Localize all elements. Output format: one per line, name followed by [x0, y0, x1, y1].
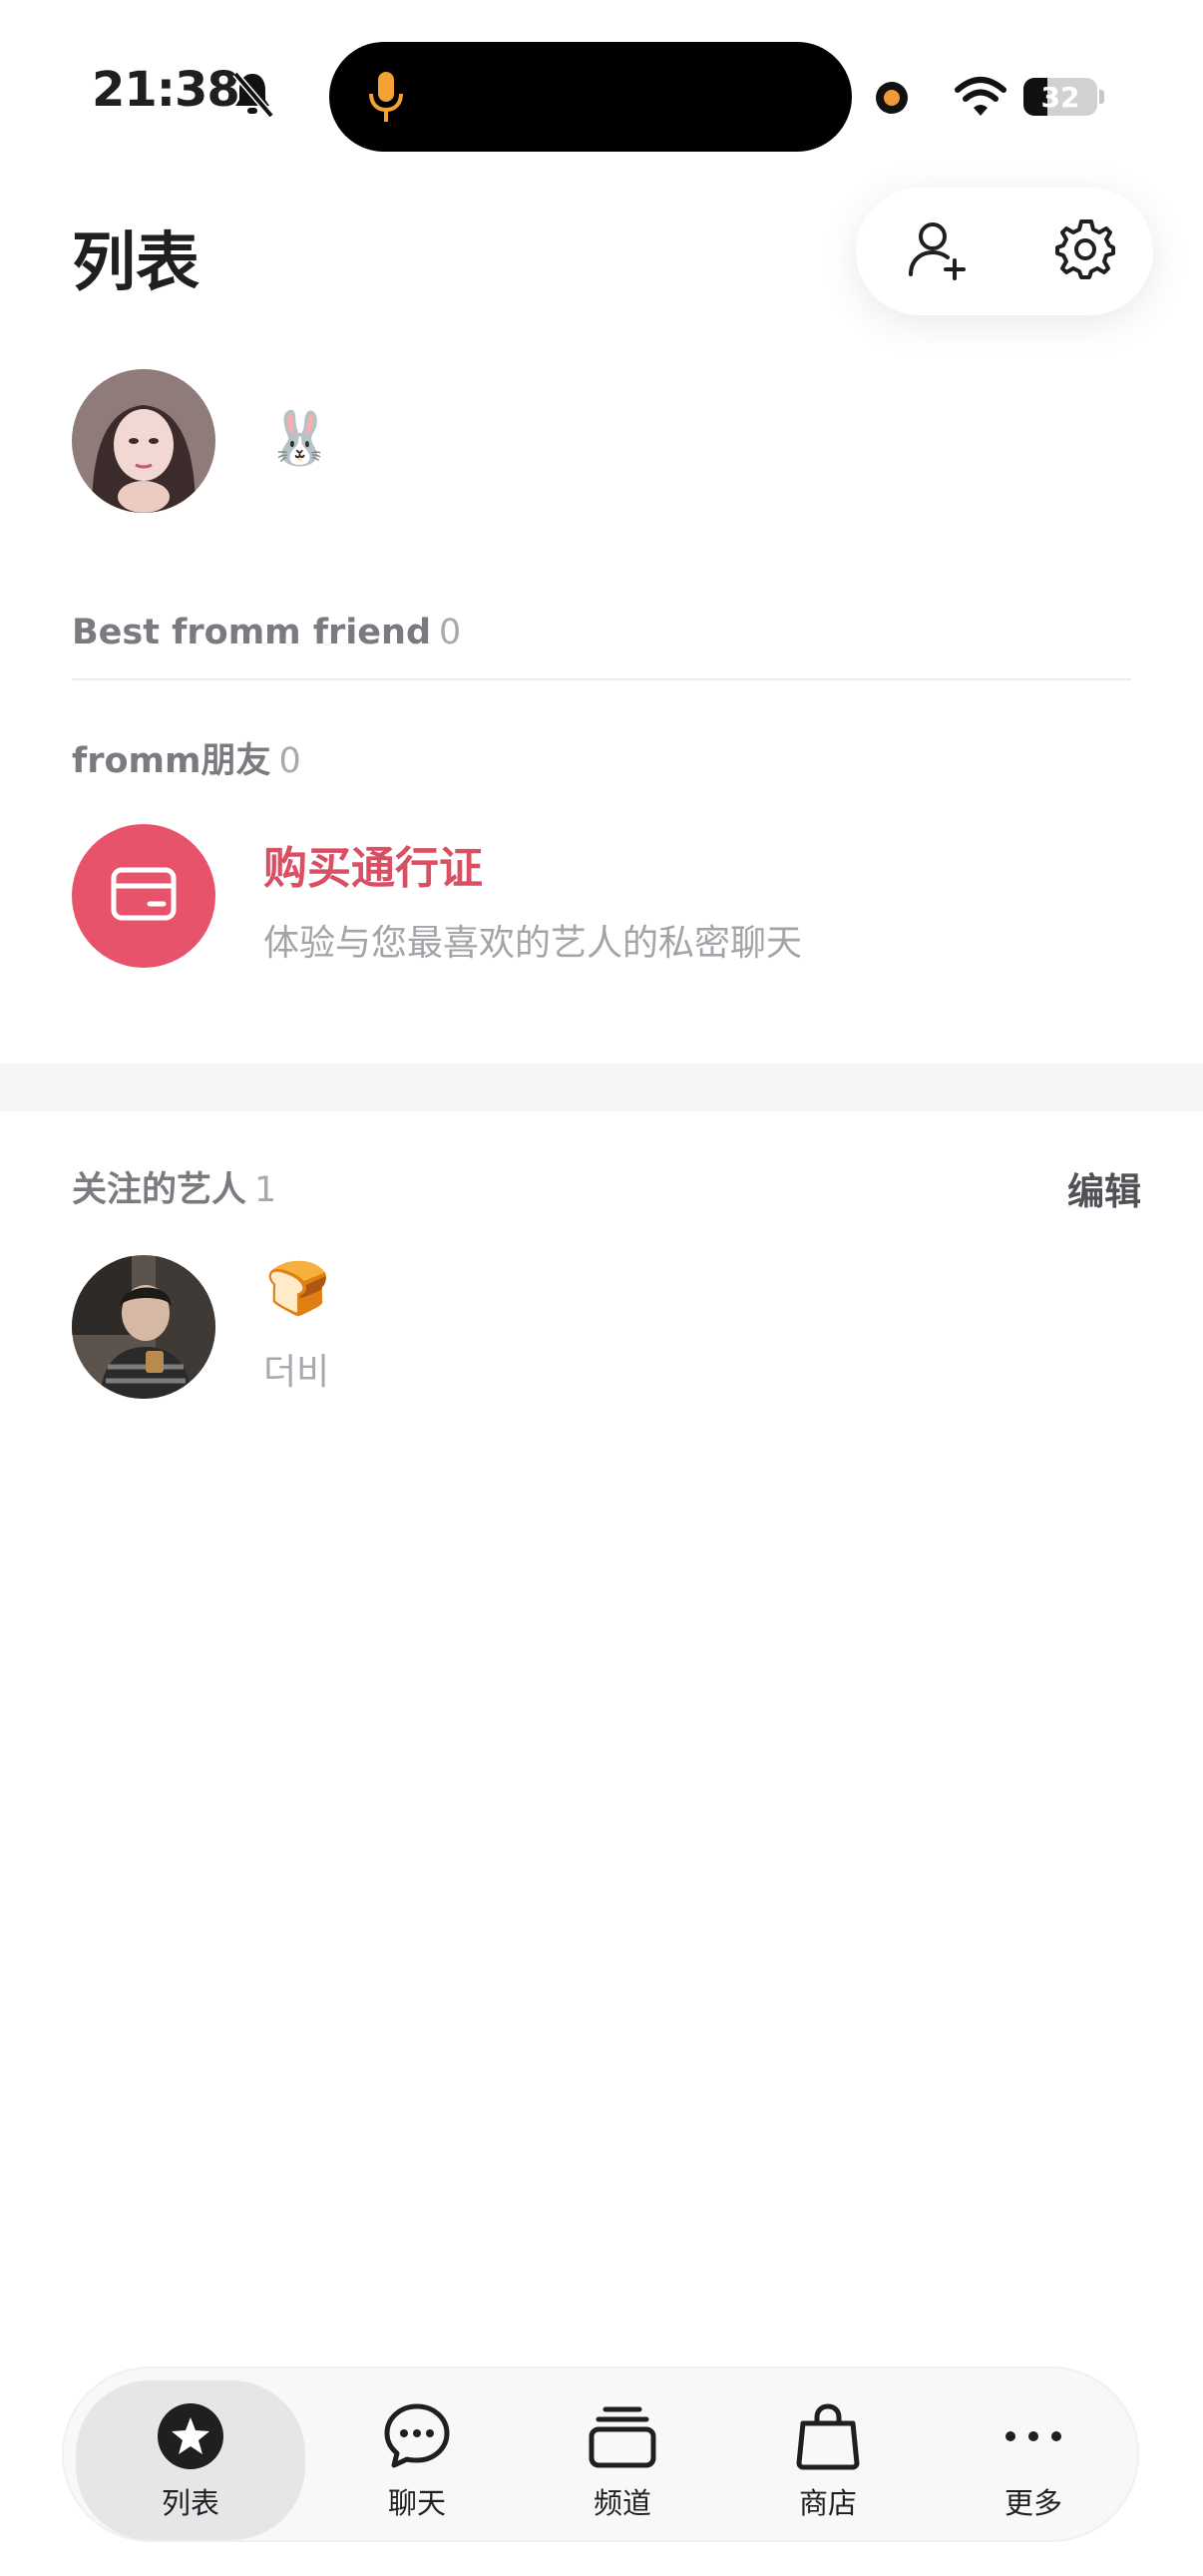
nav-tab-list[interactable]: 列表 — [76, 2380, 305, 2540]
artist-name[interactable]: 더비 — [263, 1343, 329, 1395]
battery-indicator: 32 — [1023, 78, 1097, 116]
my-profile-avatar[interactable] — [72, 369, 215, 513]
microphone-icon — [367, 70, 405, 126]
buy-pass-subtitle: 体验与您最喜欢的艺人的私密聊天 — [263, 923, 803, 964]
nav-tab-label: 更多 — [1003, 2486, 1062, 2520]
buy-pass-title[interactable]: 购买通行证 — [263, 832, 483, 896]
nav-tab-shop[interactable]: 商店 — [714, 2380, 942, 2540]
edit-button[interactable]: 编辑 — [1067, 1161, 1141, 1215]
wifi-icon — [954, 76, 1007, 118]
nav-tab-label: 频道 — [593, 2486, 651, 2520]
settings-button[interactable] — [1045, 212, 1125, 291]
star-icon — [153, 2398, 228, 2474]
nav-tab-more[interactable]: 更多 — [920, 2380, 1147, 2540]
status-time: 21:38 — [92, 62, 240, 118]
nav-tab-label: 商店 — [798, 2486, 857, 2520]
nav-tab-label: 聊天 — [387, 2486, 446, 2520]
profile-status-emoji: 🐰 — [267, 409, 332, 469]
more-icon — [996, 2398, 1071, 2474]
add-user-icon — [905, 216, 971, 286]
followed-artists-header: 关注的艺人 1 — [72, 1161, 276, 1212]
card-icon — [110, 866, 178, 926]
dynamic-island — [329, 42, 852, 152]
best-friends-count: 0 — [439, 613, 462, 652]
battery-cap — [1099, 90, 1104, 104]
section-separator — [0, 1064, 1203, 1111]
best-friends-label: Best fromm friend — [72, 613, 432, 652]
friends-count: 0 — [278, 741, 301, 781]
nav-tab-chat[interactable]: 聊天 — [303, 2380, 531, 2540]
chat-icon — [379, 2398, 455, 2474]
add-friend-button[interactable] — [898, 212, 978, 291]
friends-section[interactable]: fromm朋友 0 — [72, 732, 301, 783]
section-divider — [72, 678, 1131, 680]
best-friends-section[interactable]: Best fromm friend 0 — [72, 613, 461, 652]
shop-bag-icon — [790, 2398, 866, 2474]
nav-tab-channel[interactable]: 频道 — [509, 2380, 736, 2540]
gear-icon — [1053, 217, 1117, 285]
artist-emoji: 🍞 — [265, 1259, 330, 1319]
artist-avatar[interactable] — [72, 1255, 215, 1399]
followed-artists-count: 1 — [254, 1170, 277, 1210]
channel-icon — [585, 2398, 660, 2474]
header-actions — [856, 188, 1153, 315]
bell-slash-icon — [231, 70, 274, 120]
followed-artists-label: 关注的艺人 — [72, 1170, 247, 1210]
friends-label: fromm朋友 — [72, 741, 271, 781]
buy-pass-button[interactable] — [72, 824, 215, 968]
page-title: 列表 — [72, 226, 200, 300]
battery-level: 32 — [1040, 80, 1080, 114]
camera-indicator-icon — [876, 82, 908, 114]
bottom-navigation: 列表 聊天 频道 商店 更多 — [64, 2368, 1137, 2540]
nav-tab-label: 列表 — [161, 2486, 219, 2520]
